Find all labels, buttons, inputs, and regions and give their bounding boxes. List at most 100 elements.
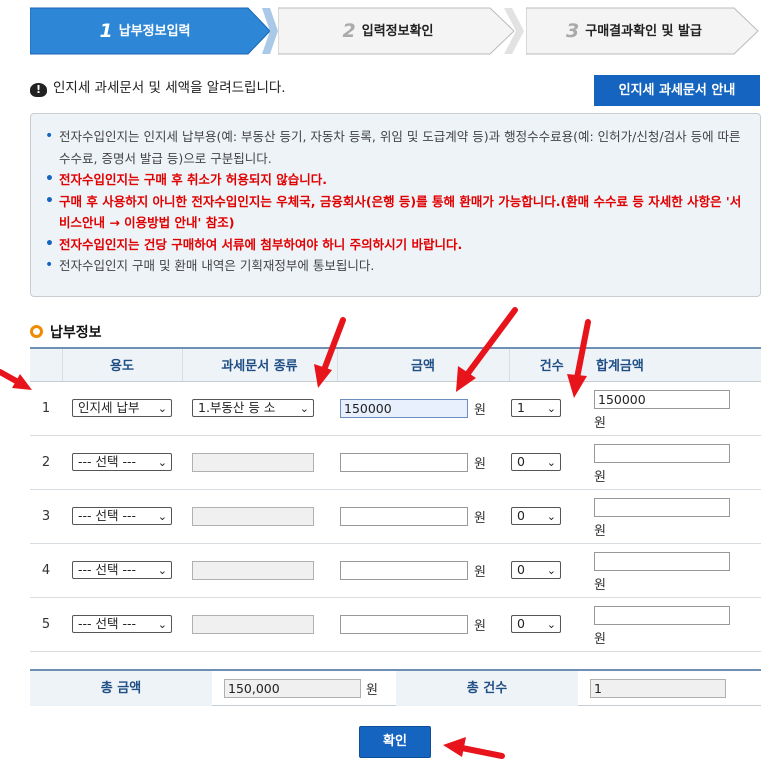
doc-type-cell — [182, 543, 337, 598]
total-cell: 원 — [594, 489, 761, 544]
table-header-row: 용도 과세문서 종류 금액 건수 합계금액 — [30, 347, 761, 382]
doc-type-cell — [182, 435, 337, 490]
amount-cell: 원 — [337, 597, 509, 652]
notice-heading-text: 인지세 과세문서 및 세액을 알려드립니다. — [53, 80, 286, 96]
total-amount-unit: 원 — [366, 683, 378, 698]
header-count: 건수 — [508, 347, 594, 382]
count-cell: 0 ⌄ — [509, 543, 594, 598]
usage-cell: 인지세 납부 ⌄ — [62, 381, 182, 436]
notice-heading: ! 인지세 과세문서 및 세액을 알려드립니다. — [30, 76, 286, 97]
usage-cell: --- 선택 --- ⌄ — [62, 597, 182, 652]
total-amount-field[interactable]: 150,000 — [224, 679, 361, 698]
usage-select[interactable]: --- 선택 --- ⌄ — [72, 561, 172, 579]
table-row: 2 --- 선택 --- ⌄ 원 0 ⌄ 원 — [30, 435, 761, 490]
doc-type-field[interactable] — [192, 452, 314, 472]
table-row: 5 --- 선택 --- ⌄ 원 0 ⌄ 원 — [30, 597, 761, 652]
total-cell: 원 — [594, 435, 761, 490]
total-unit: 원 — [594, 469, 606, 485]
total-amount-input[interactable] — [594, 605, 730, 625]
row-number: 3 — [30, 489, 62, 544]
total-cell: 150000 원 — [594, 381, 761, 436]
row-number: 5 — [30, 597, 62, 652]
red-arrow-icon — [443, 737, 505, 759]
header-total: 합계금액 — [594, 347, 761, 382]
step-2-number: 2 — [342, 20, 356, 42]
doc-type-select-value: 1.부동산 등 소 — [198, 400, 276, 415]
amount-unit: 원 — [474, 564, 486, 580]
amount-input[interactable] — [340, 506, 468, 526]
usage-select[interactable]: 인지세 납부 ⌄ — [72, 399, 172, 417]
amount-input[interactable] — [340, 452, 468, 472]
doc-type-cell: 1.부동산 등 소 ⌄ — [182, 381, 337, 436]
usage-cell: --- 선택 --- ⌄ — [62, 435, 182, 490]
section-title: 납부정보 — [30, 322, 102, 342]
doc-type-field[interactable] — [192, 506, 314, 526]
total-unit: 원 — [594, 523, 606, 539]
chevron-down-icon: ⌄ — [546, 564, 556, 577]
count-cell: 1 ⌄ — [509, 381, 594, 436]
total-amount-input[interactable] — [594, 497, 730, 517]
step-3: 3 구매결과확인 및 발급 — [526, 6, 764, 56]
usage-select[interactable]: --- 선택 --- ⌄ — [72, 507, 172, 525]
count-select[interactable]: 0 ⌄ — [511, 453, 561, 471]
usage-select[interactable]: --- 선택 --- ⌄ — [72, 453, 172, 471]
table-row: 3 --- 선택 --- ⌄ 원 0 ⌄ 원 — [30, 489, 761, 544]
total-cell: 원 — [594, 543, 761, 598]
count-select-value: 1 — [517, 400, 525, 415]
usage-select-value: --- 선택 --- — [78, 454, 137, 469]
header-doc-type: 과세문서 종류 — [181, 347, 337, 382]
info-item: 구매 후 사용하지 아니한 전자수입인지는 우체국, 금융회사(은행 등)를 통… — [45, 191, 746, 234]
red-arrow-icon — [0, 369, 32, 390]
section-title-text: 납부정보 — [50, 325, 102, 341]
amount-input[interactable] — [340, 614, 468, 634]
tax-document-guide-button[interactable]: 인지세 과세문서 안내 — [594, 75, 760, 106]
amount-input[interactable] — [340, 560, 468, 580]
total-unit: 원 — [594, 577, 606, 593]
chevron-down-icon: ⌄ — [157, 510, 167, 523]
chevron-down-icon: ⌄ — [157, 618, 167, 631]
step-2-label: 입력정보확인 — [361, 24, 434, 39]
total-amount-input[interactable] — [594, 443, 730, 463]
step-3-label: 구매결과확인 및 발급 — [585, 24, 702, 39]
amount-cell: 원 — [337, 543, 509, 598]
count-select[interactable]: 0 ⌄ — [511, 615, 561, 633]
header-number — [30, 347, 62, 382]
table-body: 1 인지세 납부 ⌄ 1.부동산 등 소 ⌄ 150000 원 1 ⌄ 150000 원 2 --- 선… — [30, 381, 761, 652]
doc-type-field[interactable] — [192, 614, 314, 634]
count-cell: 0 ⌄ — [509, 435, 594, 490]
info-list: 전자수입인지는 인지세 납부용(예: 부동산 등기, 자동차 등록, 위임 및 … — [45, 126, 746, 277]
row-number: 1 — [30, 381, 62, 436]
confirm-button[interactable]: 확인 — [359, 726, 431, 758]
info-item: 전자수입인지 구매 및 환매 내역은 기획재정부에 통보됩니다. — [45, 255, 746, 277]
step-1-label: 납부정보입력 — [118, 24, 191, 39]
count-select[interactable]: 0 ⌄ — [511, 507, 561, 525]
count-select[interactable]: 1 ⌄ — [511, 399, 561, 417]
info-item: 전자수입인지는 구매 후 취소가 허용되지 않습니다. — [45, 169, 746, 191]
doc-type-cell — [182, 597, 337, 652]
row-number: 4 — [30, 543, 62, 598]
doc-type-field[interactable] — [192, 560, 314, 580]
total-cell: 원 — [594, 597, 761, 652]
total-unit: 원 — [594, 631, 606, 647]
amount-unit: 원 — [474, 456, 486, 472]
doc-type-select[interactable]: 1.부동산 등 소 ⌄ — [192, 399, 314, 417]
count-select[interactable]: 0 ⌄ — [511, 561, 561, 579]
amount-unit: 원 — [474, 510, 486, 526]
usage-select-value: 인지세 납부 — [78, 400, 140, 415]
chevron-down-icon: ⌄ — [546, 456, 556, 469]
info-item: 전자수입인지는 건당 구매하여 서류에 첨부하여야 하니 주의하시기 바랍니다. — [45, 234, 746, 256]
amount-input[interactable]: 150000 — [340, 398, 468, 418]
total-amount-input[interactable] — [594, 551, 730, 571]
info-box: 전자수입인지는 인지세 납부용(예: 부동산 등기, 자동차 등록, 위임 및 … — [30, 113, 761, 297]
payment-table: 용도 과세문서 종류 금액 건수 합계금액 1 인지세 납부 ⌄ 1.부동산 등 소 ⌄… — [30, 347, 761, 652]
amount-cell: 원 — [337, 489, 509, 544]
table-row: 4 --- 선택 --- ⌄ 원 0 ⌄ 원 — [30, 543, 761, 598]
exclamation-bubble-icon: ! — [30, 83, 47, 97]
step-1: 1 납부정보입력 — [30, 6, 278, 56]
step-3-number: 3 — [566, 20, 580, 42]
doc-type-cell — [182, 489, 337, 544]
usage-select[interactable]: --- 선택 --- ⌄ — [72, 615, 172, 633]
usage-cell: --- 선택 --- ⌄ — [62, 543, 182, 598]
total-count-field[interactable]: 1 — [590, 679, 726, 698]
total-amount-input[interactable]: 150000 — [594, 389, 730, 409]
